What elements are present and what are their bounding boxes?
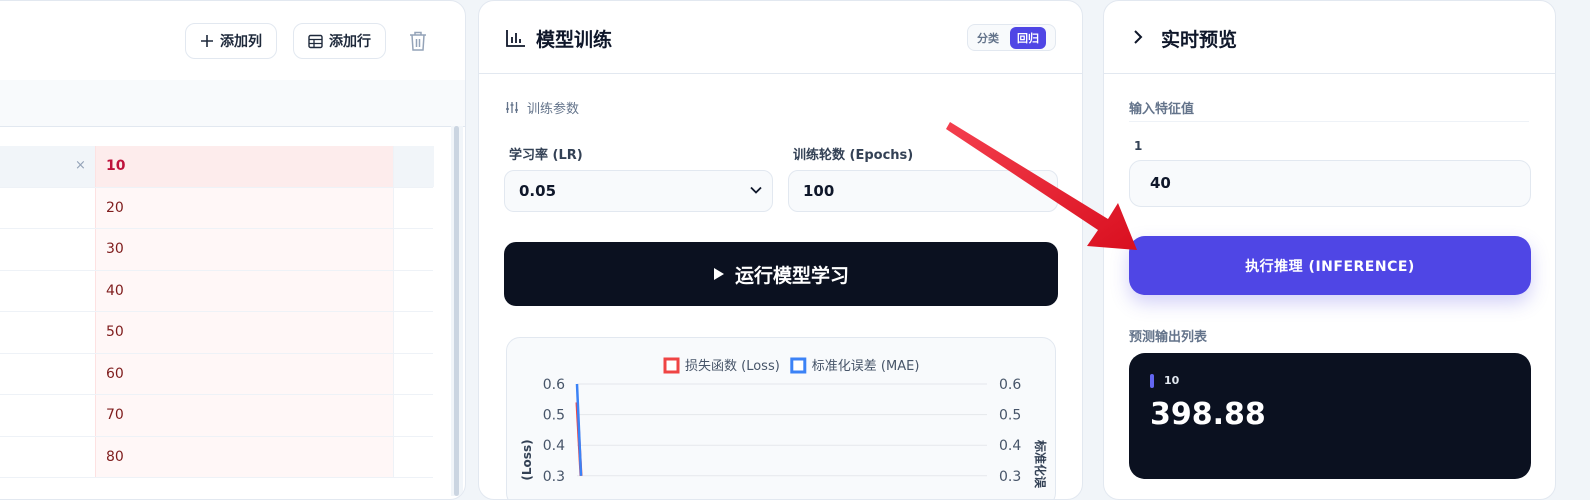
table-cell[interactable] <box>0 395 95 436</box>
table-cell: × <box>0 146 95 187</box>
data-table: × 10 20 30 40 50 60 70 80 <box>0 146 434 478</box>
output-value: 398.88 <box>1150 397 1266 432</box>
table-icon <box>308 34 323 48</box>
params-section-label: 训练参数 <box>505 98 579 117</box>
column-header-cell[interactable]: 10 <box>95 146 393 187</box>
table-subheader <box>0 80 465 127</box>
table-row: 40 <box>0 270 434 312</box>
bar-chart-icon <box>506 30 525 47</box>
table-cell[interactable] <box>0 229 95 270</box>
learning-rate-select[interactable]: 0.05 <box>504 170 773 212</box>
training-chart-card: 0.6 0.6 0.5 0.5 0.4 0.4 0.3 0.3 损失函数 (Loss) 标准化误差… <box>506 337 1056 499</box>
output-section-label: 预测输出列表 <box>1129 330 1208 345</box>
chevron-right-icon <box>1134 30 1143 44</box>
table-header-row: × 10 <box>0 146 434 188</box>
epochs-label: 训练轮数 (Epochs) <box>793 148 914 163</box>
mode-toggle: 分类 回归 <box>967 24 1056 51</box>
add-row-label: 添加行 <box>329 34 371 50</box>
table-cell[interactable] <box>0 437 95 478</box>
left-axis-title: (Loss) <box>520 439 534 480</box>
trash-icon[interactable] <box>407 29 429 53</box>
learning-rate-label: 学习率 (LR) <box>509 148 583 163</box>
mode-classification-option[interactable]: 分类 <box>970 27 1006 49</box>
play-icon <box>713 268 724 280</box>
table-row: 20 <box>0 187 434 229</box>
data-panel: 添加列 添加行 × 10 20 30 40 50 60 70 80 <box>0 0 466 500</box>
table-cell[interactable] <box>0 188 95 229</box>
y-tick-label: 0.6 <box>543 377 565 393</box>
table-row: 70 <box>0 395 434 437</box>
legend-label: 标准化误差 (MAE) <box>812 359 920 374</box>
y2-tick-label: 0.5 <box>999 408 1021 424</box>
table-cell[interactable] <box>0 312 95 353</box>
add-column-label: 添加列 <box>220 34 262 50</box>
table-cell[interactable]: 30 <box>95 229 393 270</box>
preview-title: 实时预览 <box>1161 29 1238 51</box>
legend-swatch <box>790 357 807 374</box>
table-cell[interactable] <box>0 271 95 312</box>
table-cell <box>393 229 434 270</box>
table-row: 30 <box>0 229 434 271</box>
params-label: 训练参数 <box>527 102 580 117</box>
legend-swatch <box>663 357 680 374</box>
epochs-input[interactable]: 100 <box>788 170 1058 212</box>
table-cell[interactable]: 50 <box>95 312 393 353</box>
training-title: 模型训练 <box>536 29 613 51</box>
training-chart: 0.6 0.6 0.5 0.5 0.4 0.4 0.3 0.3 损失函数 (Loss) 标准化误差… <box>520 357 1048 489</box>
table-cell <box>393 187 434 228</box>
table-cell[interactable]: 80 <box>95 436 393 477</box>
table-row: 50 <box>0 312 434 354</box>
table-cell <box>393 395 434 436</box>
right-axis-title: 标准化误 <box>1033 439 1048 489</box>
y-tick-label: 0.3 <box>543 469 565 485</box>
feature-name-label: 1 <box>1134 139 1143 153</box>
mode-regression-option[interactable]: 回归 <box>1010 26 1046 49</box>
table-cell <box>393 312 434 353</box>
legend-label: 损失函数 (Loss) <box>685 359 780 374</box>
training-panel: 模型训练 分类 回归 训练参数 学习率 (LR) 训练轮数 (Epochs) 0… <box>478 0 1083 500</box>
table-cell[interactable] <box>0 354 95 395</box>
run-inference-button[interactable]: 执行推理 (INFERENCE) <box>1129 236 1531 295</box>
plus-icon <box>201 35 213 47</box>
add-row-button[interactable]: 添加行 <box>293 23 386 59</box>
table-cell[interactable]: 60 <box>95 353 393 394</box>
add-column-button[interactable]: 添加列 <box>185 23 277 59</box>
training-header: 模型训练 分类 回归 <box>479 1 1082 74</box>
y2-tick-label: 0.6 <box>999 377 1021 393</box>
delete-column-icon[interactable]: × <box>75 158 86 173</box>
run-training-label: 运行模型学习 <box>734 264 849 287</box>
learning-rate-value: 0.05 <box>519 182 557 200</box>
feature-value-input[interactable]: 40 <box>1129 160 1531 207</box>
y2-tick-label: 0.3 <box>999 469 1021 485</box>
y-tick-label: 0.5 <box>543 408 565 424</box>
run-training-button[interactable]: 运行模型学习 <box>504 242 1058 306</box>
chevron-down-icon <box>750 186 762 194</box>
y2-tick-label: 0.4 <box>999 438 1021 454</box>
y-tick-label: 0.4 <box>543 438 565 454</box>
table-cell[interactable]: 70 <box>95 395 393 436</box>
table-row: 80 <box>0 436 434 478</box>
table-cell <box>393 353 434 394</box>
table-cell <box>393 146 434 187</box>
table-row: 60 <box>0 353 434 395</box>
sliders-icon <box>506 102 518 113</box>
preview-panel: 实时预览 输入特征值 1 40 执行推理 (INFERENCE) 预测输出列表 … <box>1103 0 1556 500</box>
table-cell[interactable]: 20 <box>95 187 393 228</box>
scrollbar-thumb[interactable] <box>454 126 459 496</box>
output-key: 10 <box>1164 374 1180 387</box>
table-cell <box>393 270 434 311</box>
divider <box>1129 121 1529 122</box>
table-cell[interactable]: 40 <box>95 270 393 311</box>
data-toolbar: 添加列 添加行 <box>0 1 465 81</box>
prediction-output-card: 10 398.88 <box>1129 353 1531 479</box>
input-section-label: 输入特征值 <box>1129 102 1195 117</box>
table-cell <box>393 436 434 477</box>
output-accent-bar <box>1150 374 1154 388</box>
preview-header: 实时预览 <box>1104 1 1555 74</box>
